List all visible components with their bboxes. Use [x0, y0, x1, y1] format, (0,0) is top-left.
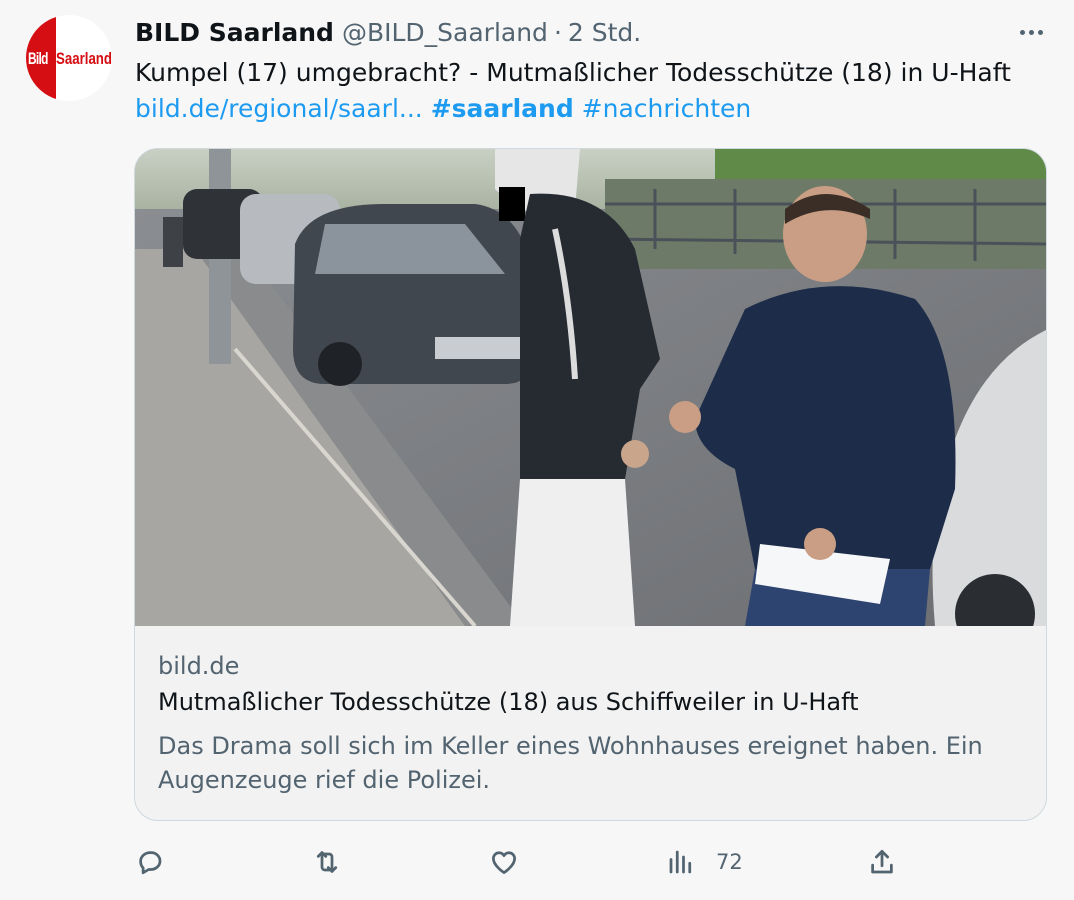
tweet-actions: 72 — [0, 838, 1074, 886]
tweet-link[interactable]: bild.de/regional/saarl... — [135, 94, 423, 123]
views-button[interactable]: 72 — [666, 844, 743, 880]
retweet-button[interactable] — [312, 844, 342, 880]
logo-text-bild: Bild — [28, 49, 48, 68]
tweet-header: BILD Saarland @BILD_Saarland · 2 Std. — [135, 14, 641, 50]
views-icon — [669, 850, 692, 874]
separator-dot: · — [553, 17, 562, 47]
card-domain[interactable]: bild.de — [158, 652, 239, 680]
card-description: Das Drama soll sich im Keller eines Wohn… — [158, 732, 983, 794]
share-button[interactable] — [867, 844, 897, 880]
like-button[interactable] — [489, 844, 519, 880]
tweet-body: Kumpel (17) umgebracht? - Mutmaßlicher T… — [135, 58, 1011, 87]
avatar[interactable]: Bild Saarland — [26, 15, 112, 101]
card-title[interactable]: Mutmaßlicher Todesschütze (18) aus Schif… — [158, 688, 859, 716]
link-card[interactable]: bild.de Mutmaßlicher Todesschütze (18) a… — [134, 148, 1047, 821]
logo-text-saarland: Saarland — [56, 49, 112, 68]
tweet-text: Kumpel (17) umgebracht? - Mutmaßlicher T… — [135, 55, 1011, 127]
heart-icon — [492, 851, 516, 874]
views-count: 72 — [716, 850, 743, 874]
retweet-icon — [316, 851, 338, 873]
reply-icon — [139, 851, 162, 875]
more-options-icon[interactable] — [1013, 20, 1049, 44]
card-photo — [135, 149, 1046, 626]
share-icon — [871, 850, 893, 874]
author-name[interactable]: BILD Saarland — [135, 18, 334, 47]
tweet-timestamp[interactable]: 2 Std. — [568, 18, 641, 47]
reply-button[interactable] — [135, 844, 165, 880]
author-handle[interactable]: @BILD_Saarland — [342, 18, 548, 47]
hashtag-nachrichten[interactable]: #nachrichten — [582, 94, 752, 123]
hashtag-saarland[interactable]: #saarland — [431, 94, 574, 123]
